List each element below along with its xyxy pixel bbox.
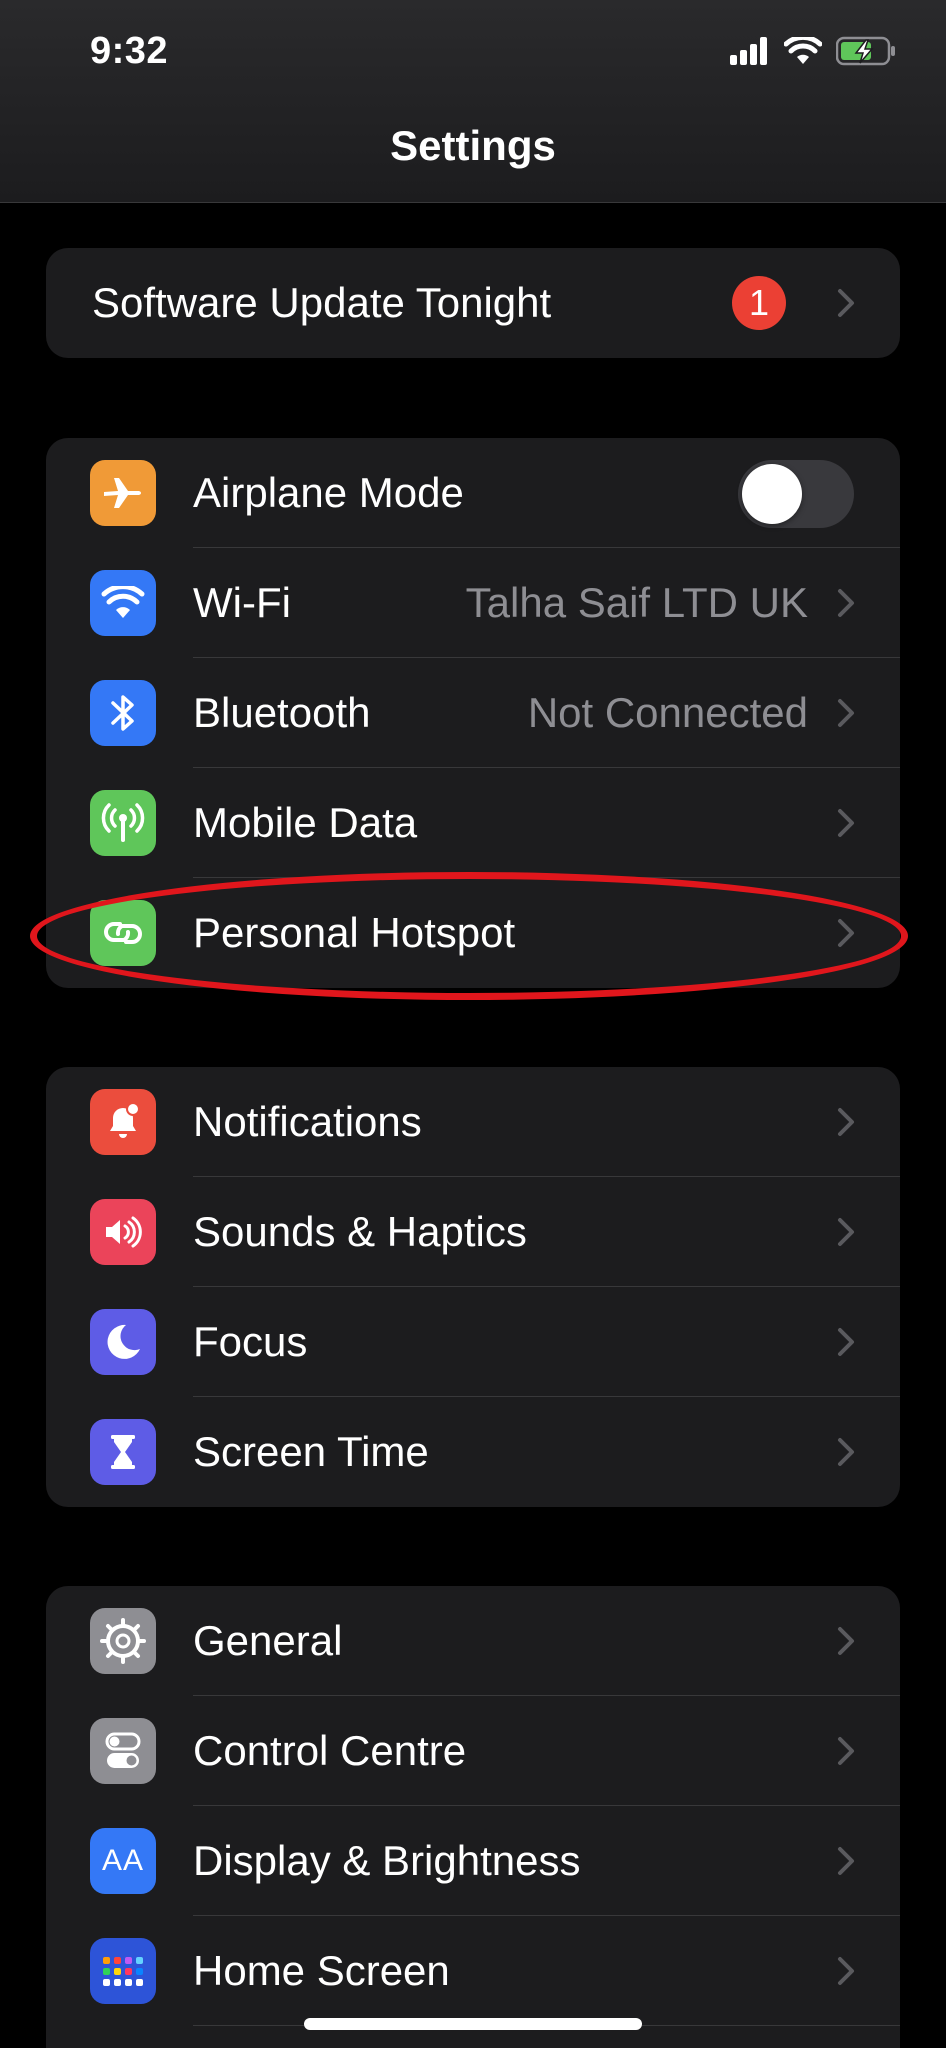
speaker-icon bbox=[90, 1199, 156, 1265]
battery-charging-icon bbox=[836, 36, 896, 66]
text-size-icon: AA bbox=[90, 1828, 156, 1894]
bluetooth-icon bbox=[90, 680, 156, 746]
signal-bars-icon bbox=[730, 37, 770, 65]
settings-row-screen-time[interactable]: Screen Time bbox=[46, 1397, 900, 1507]
settings-row-notifications[interactable]: Notifications bbox=[46, 1067, 900, 1177]
settings-row-personal-hotspot[interactable]: Personal Hotspot bbox=[46, 878, 900, 988]
text-size-glyph: AA bbox=[101, 1844, 145, 1877]
settings-row-label: Display & Brightness bbox=[193, 1837, 581, 1884]
chevron-right-icon bbox=[836, 1845, 856, 1877]
settings-row-label: Personal Hotspot bbox=[193, 909, 516, 956]
notifications-group: Notifications Sounds & Haptics Focus Scr… bbox=[46, 1067, 900, 1507]
airplane-mode-toggle[interactable] bbox=[738, 460, 854, 528]
software-update-row[interactable]: Software Update Tonight 1 bbox=[46, 248, 900, 358]
chevron-right-icon bbox=[836, 1735, 856, 1767]
chevron-right-icon bbox=[836, 1326, 856, 1358]
switches-icon bbox=[90, 1718, 156, 1784]
settings-row-mobile-data[interactable]: Mobile Data bbox=[46, 768, 900, 878]
chevron-right-icon bbox=[836, 1216, 856, 1248]
settings-row-label: Wi-Fi bbox=[193, 579, 291, 626]
settings-row-airplane-mode: Airplane Mode bbox=[46, 438, 900, 548]
bell-icon bbox=[90, 1089, 156, 1155]
settings-row-label: Screen Time bbox=[193, 1428, 429, 1475]
settings-row-label: Bluetooth bbox=[193, 689, 371, 736]
wifi-network-value: Talha Saif LTD UK bbox=[465, 579, 808, 626]
software-update-label: Software Update Tonight bbox=[92, 279, 552, 326]
moon-icon bbox=[90, 1309, 156, 1375]
settings-row-label: Airplane Mode bbox=[193, 469, 464, 516]
bluetooth-status-value: Not Connected bbox=[527, 689, 808, 736]
settings-row-sounds-haptics[interactable]: Sounds & Haptics bbox=[46, 1177, 900, 1287]
settings-row-display-brightness[interactable]: AA Display & Brightness bbox=[46, 1806, 900, 1916]
hourglass-icon bbox=[90, 1419, 156, 1485]
general-group: General Control Centre AA Display & Brig… bbox=[46, 1586, 900, 2048]
chevron-right-icon bbox=[836, 1436, 856, 1468]
settings-row-bluetooth[interactable]: Bluetooth Not Connected bbox=[46, 658, 900, 768]
settings-row-label: Control Centre bbox=[193, 1727, 467, 1774]
page-title: Settings bbox=[390, 122, 556, 169]
chevron-right-icon bbox=[836, 917, 856, 949]
settings-row-label: General bbox=[193, 1617, 343, 1664]
settings-row-label: Home Screen bbox=[193, 1947, 450, 1994]
toggle-knob bbox=[742, 464, 802, 524]
chevron-right-icon bbox=[836, 587, 856, 619]
home-indicator[interactable] bbox=[304, 2018, 642, 2030]
hotspot-link-icon bbox=[90, 900, 156, 966]
settings-row-label: Focus bbox=[193, 1318, 308, 1365]
chevron-right-icon bbox=[836, 287, 856, 319]
airplane-icon bbox=[90, 460, 156, 526]
app-grid-icon bbox=[90, 1938, 156, 2004]
status-icons bbox=[730, 34, 896, 68]
chevron-right-icon bbox=[836, 1625, 856, 1657]
chevron-right-icon bbox=[836, 1955, 856, 1987]
settings-row-home-screen[interactable]: Home Screen bbox=[46, 1916, 900, 2026]
chevron-right-icon bbox=[836, 697, 856, 729]
settings-row-wifi[interactable]: Wi-Fi Talha Saif LTD UK bbox=[46, 548, 900, 658]
settings-row-control-centre[interactable]: Control Centre bbox=[46, 1696, 900, 1806]
wifi-icon bbox=[784, 37, 822, 65]
settings-row-focus[interactable]: Focus bbox=[46, 1287, 900, 1397]
settings-row-label: Sounds & Haptics bbox=[193, 1208, 527, 1255]
settings-row-general[interactable]: General bbox=[46, 1586, 900, 1696]
status-time: 9:32 bbox=[90, 30, 169, 72]
wifi-icon bbox=[90, 570, 156, 636]
chevron-right-icon bbox=[836, 1106, 856, 1138]
gear-icon bbox=[90, 1608, 156, 1674]
settings-row-label: Mobile Data bbox=[193, 799, 418, 846]
settings-row-label: Notifications bbox=[193, 1098, 422, 1145]
software-update-group: Software Update Tonight 1 bbox=[46, 248, 900, 358]
notification-badge: 1 bbox=[732, 276, 786, 330]
antenna-icon bbox=[90, 790, 156, 856]
connectivity-group: Airplane Mode Wi-Fi Talha Saif LTD UK Bl… bbox=[46, 438, 900, 988]
navigation-bar: 9:32 Settings bbox=[0, 0, 946, 203]
chevron-right-icon bbox=[836, 807, 856, 839]
